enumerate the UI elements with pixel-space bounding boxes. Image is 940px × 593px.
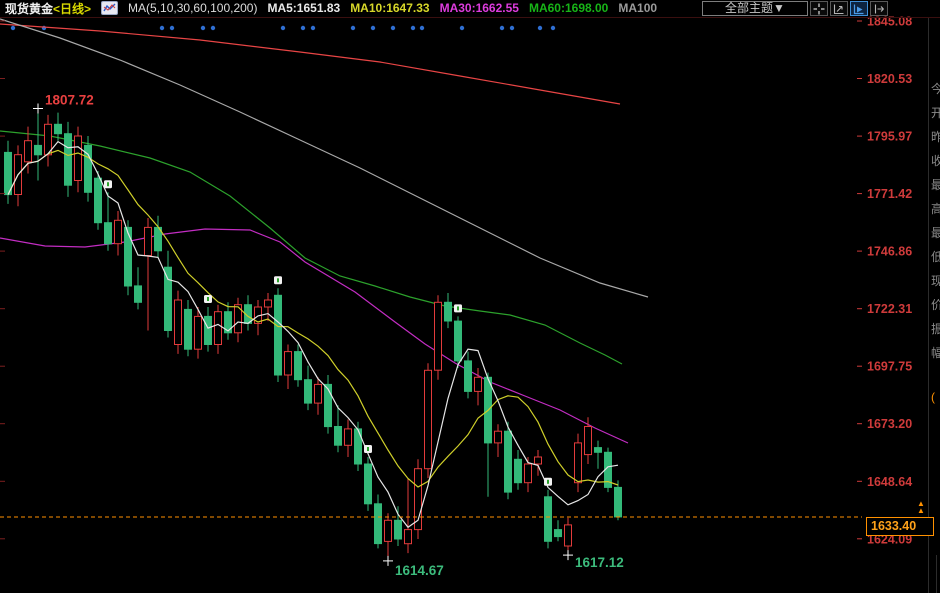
legend-ma100: MA100 xyxy=(618,1,657,15)
svg-text:1807.72: 1807.72 xyxy=(45,93,94,108)
ma-line-ma30 xyxy=(0,229,628,443)
last-price-value: 1633.40 xyxy=(871,519,916,533)
quote-panel-char: 高 xyxy=(931,200,940,217)
move-crosshair-button[interactable] xyxy=(810,1,828,16)
candles-layer xyxy=(5,109,622,561)
svg-text:1722.31: 1722.31 xyxy=(867,302,912,316)
chart-type-icon[interactable] xyxy=(101,1,118,15)
svg-text:1648.64: 1648.64 xyxy=(867,475,912,489)
y-axis[interactable]: 1845.081820.531795.971771.421746.861722.… xyxy=(0,15,912,547)
quote-panel-char: 开 xyxy=(931,104,940,121)
last-price-badge: 1633.40 xyxy=(866,517,934,536)
svg-text:1771.42: 1771.42 xyxy=(867,187,912,201)
auto-scroll-button[interactable] xyxy=(850,1,868,16)
header-divider xyxy=(0,17,940,18)
svg-text:1820.53: 1820.53 xyxy=(867,72,912,86)
svg-text:1617.12: 1617.12 xyxy=(575,555,624,570)
svg-text:1746.86: 1746.86 xyxy=(867,245,912,259)
quote-panel-char: 价 xyxy=(931,296,940,313)
price-up-arrows: ▲▲ xyxy=(915,500,927,514)
move-crosshair-icon xyxy=(813,3,825,15)
ma-group-label: MA(5,10,30,60,100,200) xyxy=(128,1,257,15)
quote-panel-char: 振 xyxy=(931,320,940,337)
ma-line-ma100 xyxy=(0,19,648,297)
price-chart[interactable]: 1845.081820.531795.971771.421746.861722.… xyxy=(0,0,940,593)
play-axis-icon xyxy=(853,3,865,15)
shift-right-icon xyxy=(873,3,885,15)
fit-axis-button[interactable] xyxy=(830,1,848,16)
theme-dropdown[interactable]: 全部主题▼ xyxy=(702,1,808,16)
svg-text:1673.20: 1673.20 xyxy=(867,417,912,431)
quote-panel-bracket: ( xyxy=(931,390,940,404)
quote-panel-char: 低 xyxy=(931,248,940,265)
event-dots-layer xyxy=(11,26,555,30)
fit-axis-icon xyxy=(833,3,845,15)
quote-panel-clipped: 今开昨收最高最低现价振幅( xyxy=(931,0,940,593)
trading-app-window: 1845.081820.531795.971771.421746.861722.… xyxy=(0,0,940,593)
legend-ma30: MA30:1662.55 xyxy=(440,1,519,15)
symbol-name[interactable]: 现货黄金 xyxy=(5,2,53,16)
quote-panel-char: 最 xyxy=(931,224,940,241)
quote-panel-char: 收 xyxy=(931,152,940,169)
quote-panel-char: 昨 xyxy=(931,128,940,145)
period-label[interactable]: <日线> xyxy=(53,2,91,16)
quote-panel-char: 最 xyxy=(931,176,940,193)
quote-panel-char: 今 xyxy=(931,80,940,97)
legend-ma60: MA60:1698.00 xyxy=(529,1,608,15)
svg-text:1697.75: 1697.75 xyxy=(867,360,912,374)
legend-ma5: MA5:1651.83 xyxy=(267,1,340,15)
legend-ma10: MA10:1647.33 xyxy=(350,1,429,15)
shift-right-button[interactable] xyxy=(870,1,888,16)
svg-text:1614.67: 1614.67 xyxy=(395,563,444,578)
annotations-layer: 1807.72 1614.67 1617.12 xyxy=(33,93,624,578)
quote-panel-char: 现 xyxy=(931,272,940,289)
quote-panel-char: 幅 xyxy=(931,344,940,361)
svg-text:1795.97: 1795.97 xyxy=(867,130,912,144)
panel-divider xyxy=(928,17,929,593)
